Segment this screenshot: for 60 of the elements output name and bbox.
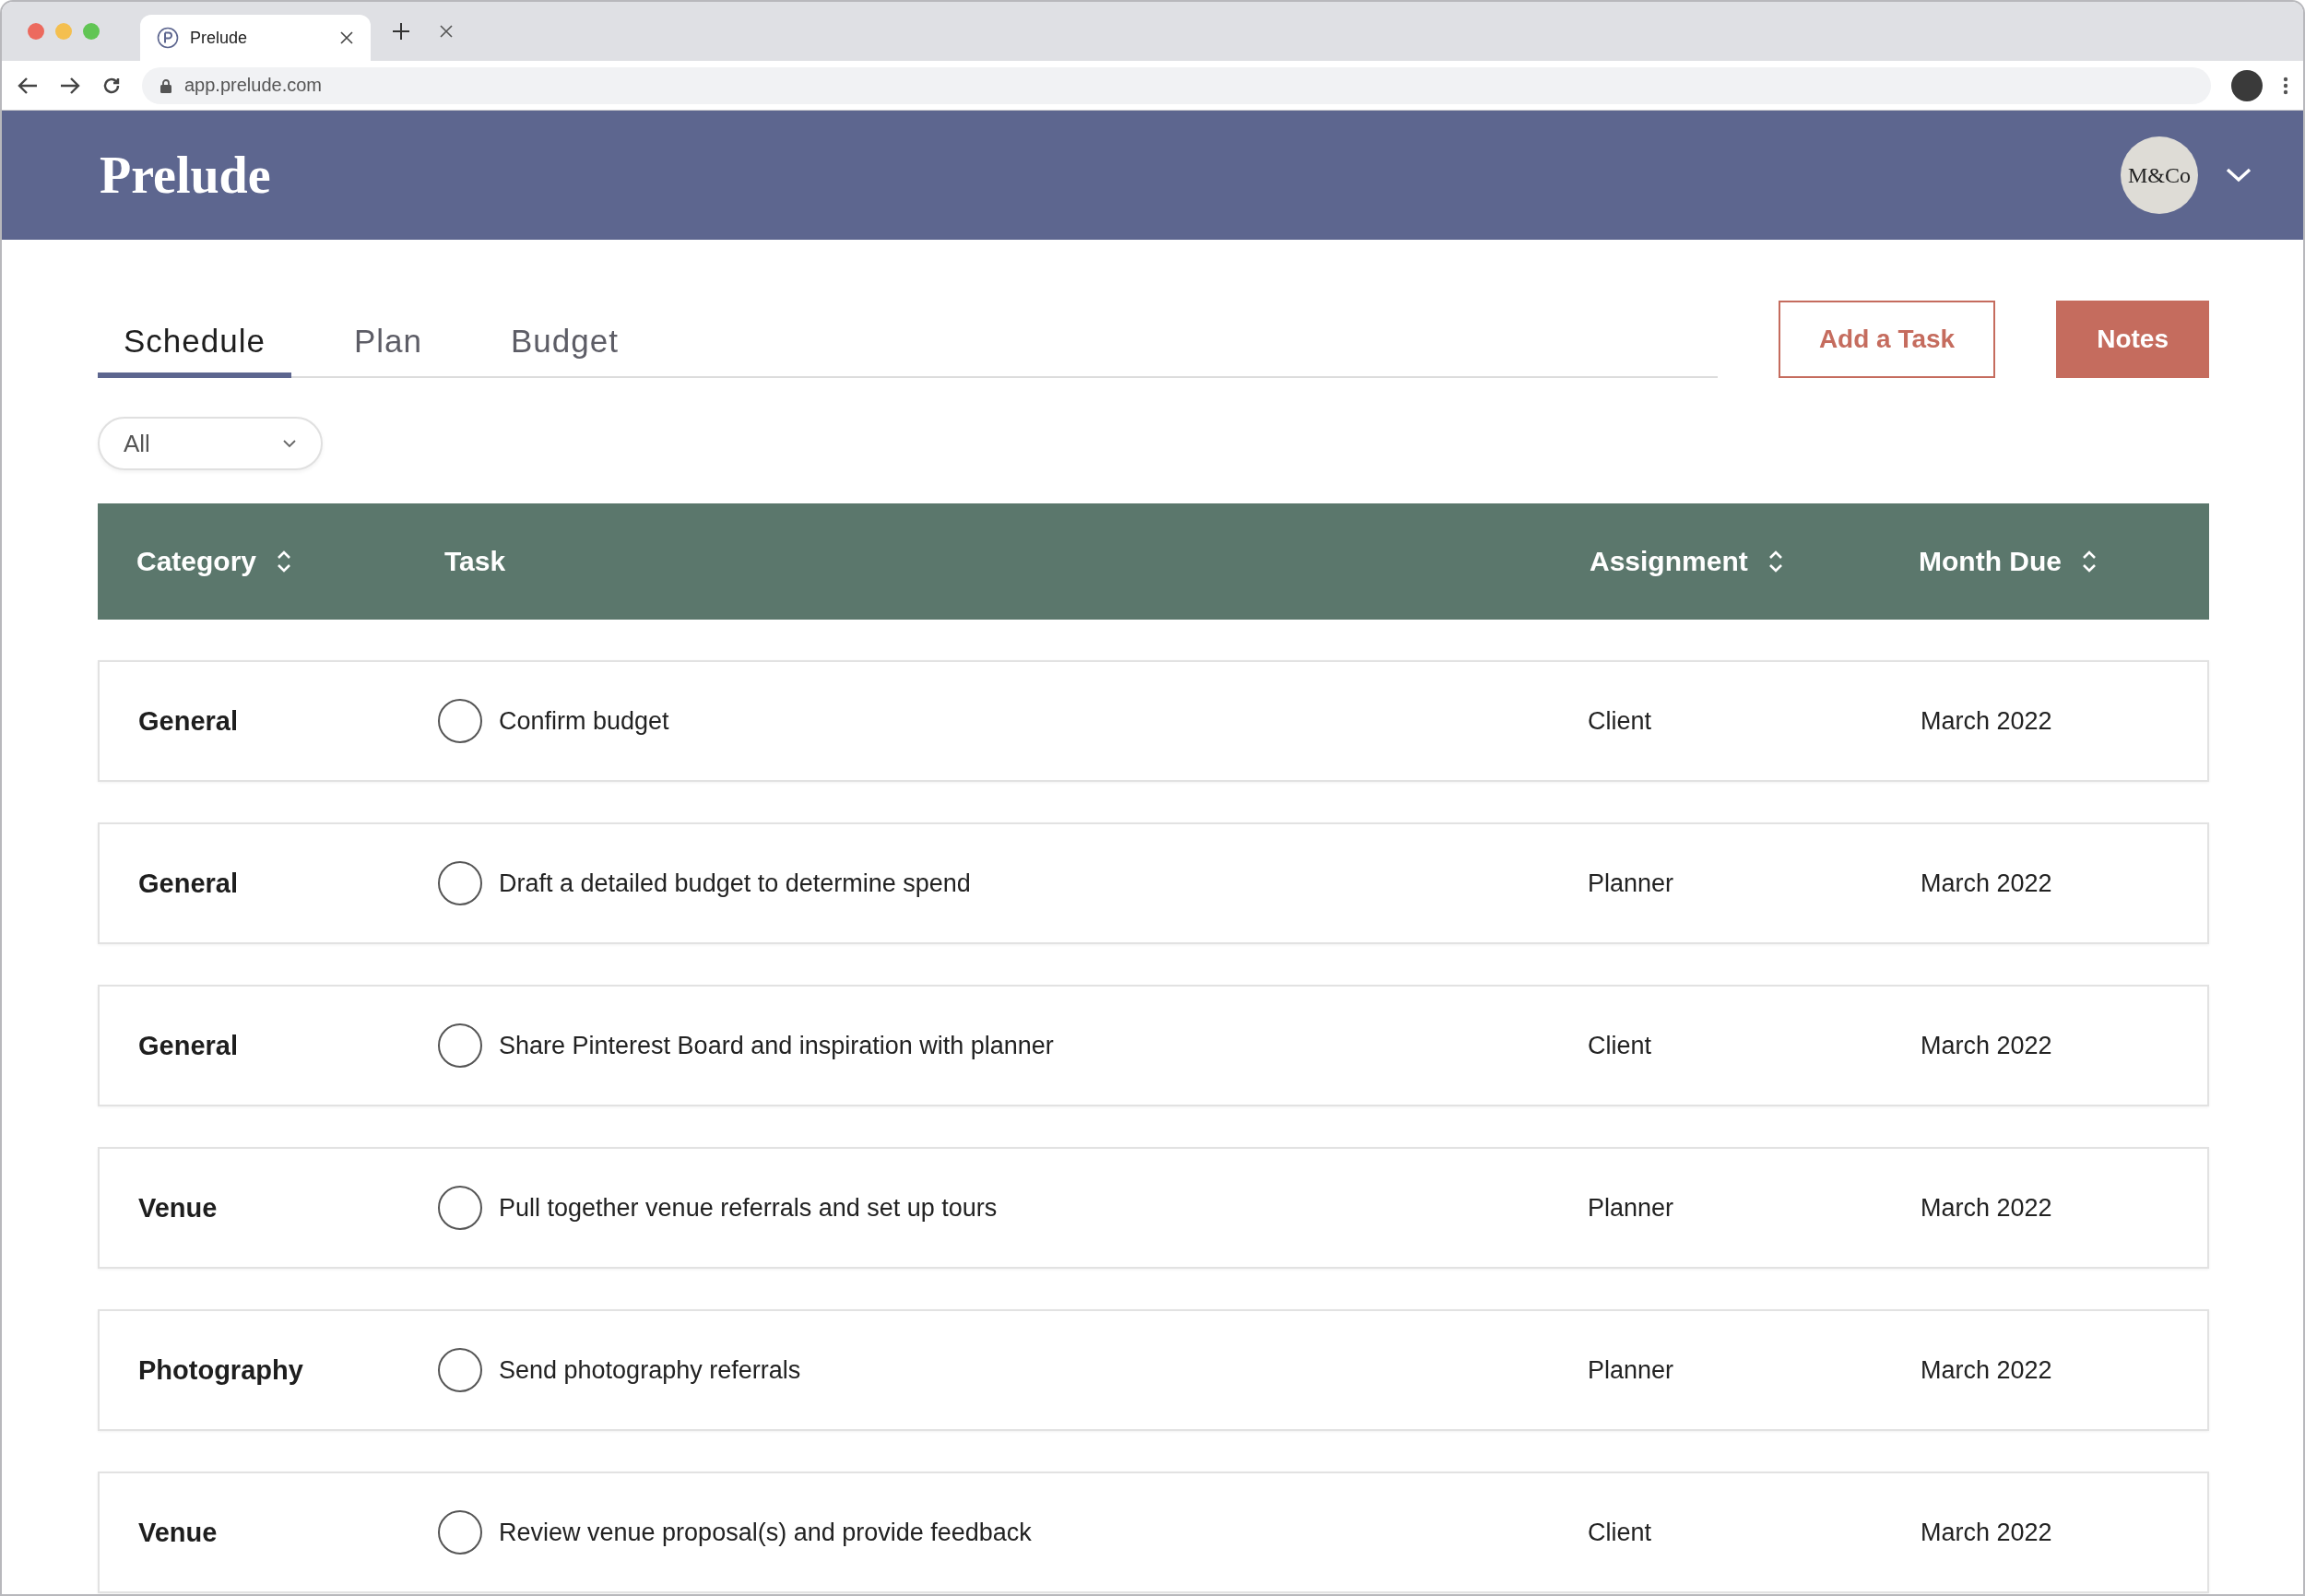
- close-tab-icon[interactable]: [339, 30, 354, 45]
- tab[interactable]: Plan: [327, 310, 448, 378]
- profile-avatar[interactable]: [2231, 69, 2263, 101]
- address-bar[interactable]: app.prelude.com: [142, 66, 2211, 104]
- month-due-text: March 2022: [1921, 1031, 2053, 1060]
- task-text: Review venue proposal(s) and provide feedback: [499, 1518, 1032, 1547]
- task-checkbox[interactable]: [438, 861, 482, 905]
- filter-dropdown[interactable]: All: [98, 417, 323, 470]
- month-due-text: March 2022: [1921, 1518, 2053, 1547]
- category-text: Venue: [138, 1517, 219, 1548]
- account-avatar[interactable]: M&Co: [2121, 136, 2198, 214]
- column-header: Assignment: [1590, 546, 1748, 577]
- chevron-down-icon[interactable]: [2226, 168, 2252, 183]
- sort-icon[interactable]: [2081, 550, 2097, 573]
- url-text: app.prelude.com: [184, 75, 322, 96]
- column-header: Task: [444, 546, 506, 577]
- back-icon[interactable]: [17, 75, 39, 96]
- forward-icon[interactable]: [59, 75, 81, 96]
- task-text: Share Pinterest Board and inspiration with planner: [499, 1031, 1054, 1060]
- assignment-text: Client: [1588, 1031, 1653, 1060]
- assignment-text: Client: [1588, 1518, 1653, 1547]
- favicon-icon: [157, 27, 179, 49]
- category-text: General: [138, 1030, 239, 1061]
- task-checkbox[interactable]: [438, 1510, 482, 1555]
- app-logo[interactable]: Prelude: [100, 146, 2121, 205]
- task-text: Send photography referrals: [499, 1355, 801, 1385]
- add-task-button[interactable]: Add a Task: [1778, 301, 1996, 378]
- month-due-text: March 2022: [1921, 869, 2053, 898]
- assignment-text: Planner: [1588, 869, 1675, 898]
- assignment-text: Client: [1588, 706, 1653, 736]
- notes-button[interactable]: Notes: [2056, 301, 2209, 378]
- month-due-text: March 2022: [1921, 1193, 2053, 1223]
- tab[interactable]: Budget: [485, 310, 644, 378]
- category-text: Venue: [138, 1192, 219, 1224]
- task-checkbox[interactable]: [438, 699, 482, 743]
- category-text: General: [138, 868, 239, 899]
- browser-tab-title: Prelude: [190, 28, 249, 48]
- column-header: Month Due: [1919, 546, 2062, 577]
- task-checkbox[interactable]: [438, 1186, 482, 1230]
- more-menu-icon[interactable]: [2283, 76, 2288, 95]
- close-icon[interactable]: [439, 24, 454, 39]
- task-text: Pull together venue referrals and set up tours: [499, 1193, 998, 1223]
- lock-icon: [160, 77, 171, 93]
- new-tab-icon[interactable]: [391, 21, 411, 41]
- task-text: Confirm budget: [499, 706, 669, 736]
- browser-tab[interactable]: Prelude: [140, 15, 371, 61]
- task-text: Draft a detailed budget to determine spend: [499, 869, 971, 898]
- assignment-text: Planner: [1588, 1355, 1675, 1385]
- sort-icon[interactable]: [1767, 550, 1783, 573]
- category-text: Photography: [138, 1354, 304, 1386]
- assignment-text: Planner: [1588, 1193, 1675, 1223]
- chevron-down-icon: [282, 439, 297, 448]
- tab[interactable]: Schedule: [98, 310, 291, 378]
- month-due-text: March 2022: [1921, 706, 2053, 736]
- sort-icon[interactable]: [277, 550, 292, 573]
- category-text: General: [138, 705, 239, 737]
- column-header: Category: [136, 546, 257, 577]
- month-due-text: March 2022: [1921, 1355, 2053, 1385]
- task-checkbox[interactable]: [438, 1348, 482, 1392]
- task-checkbox[interactable]: [438, 1023, 482, 1068]
